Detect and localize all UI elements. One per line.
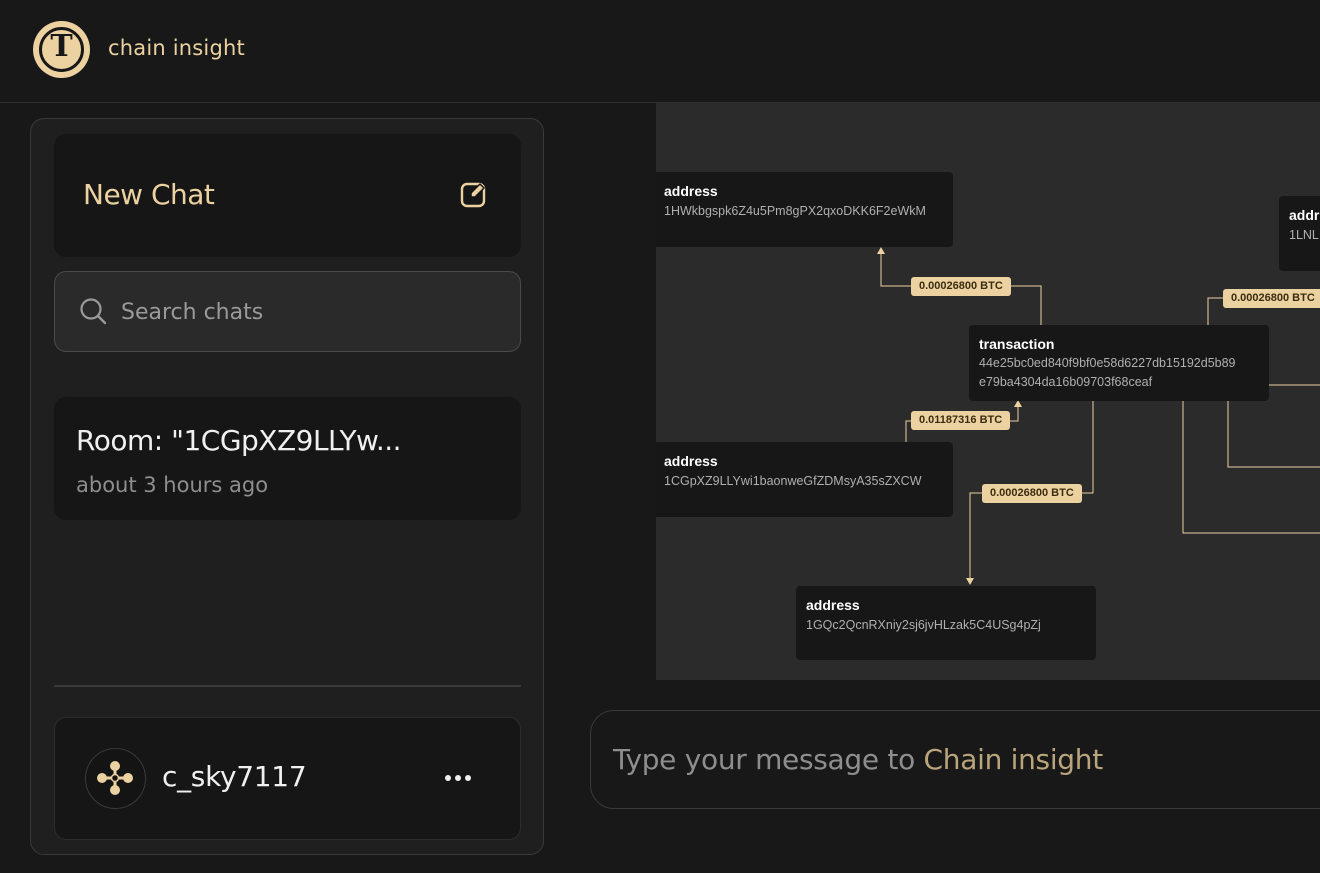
graph-node-address-partial[interactable]: addr 1LNL	[1279, 196, 1320, 271]
placeholder-prefix: Type your message to	[613, 743, 924, 776]
edge-amount-label: 0.00026800 BTC	[982, 484, 1082, 503]
graph-node-address[interactable]: address 1CGpXZ9LLYwi1baonweGfZDMsyA35sZX…	[656, 442, 953, 517]
graph-node-transaction[interactable]: transaction 44e25bc0ed840f9bf0e58d6227db…	[969, 325, 1269, 401]
sidebar-divider	[54, 685, 521, 687]
edge-amount-label: 0.00026800 BTC	[1223, 289, 1320, 308]
edit-icon	[460, 182, 486, 208]
chat-room-item[interactable]: Room: "1CGpXZ9LLYw... about 3 hours ago	[54, 397, 521, 520]
search-input[interactable]	[121, 294, 501, 330]
room-title: Room: "1CGpXZ9LLYw...	[76, 424, 402, 457]
graph-node-address[interactable]: address 1GQc2QcnRXniy2sj6jvHLzak5C4USg4p…	[796, 586, 1096, 660]
new-chat-label: New Chat	[83, 178, 215, 211]
username: c_sky7117	[162, 760, 307, 793]
new-chat-button[interactable]: New Chat	[54, 134, 521, 257]
node-type: address	[664, 183, 718, 199]
node-type: transaction	[979, 336, 1055, 352]
node-id: 1LNL	[1289, 228, 1319, 242]
arrow-head-1	[877, 247, 885, 254]
graph-node-address[interactable]: address 1HWkbgspk6Z4u5Pm8gPX2qxoDKK6F2eW…	[656, 172, 953, 247]
transaction-graph[interactable]: address 1HWkbgspk6Z4u5Pm8gPX2qxoDKK6F2eW…	[656, 103, 1320, 680]
user-card[interactable]: c_sky7117	[54, 717, 521, 840]
edge-amount-label: 0.01187316 BTC	[911, 411, 1011, 430]
edge-amount-label: 0.00026800 BTC	[911, 277, 1011, 296]
arrow-head-2	[1014, 400, 1022, 407]
node-id: 1CGpXZ9LLYwi1baonweGfZDMsyA35sZXCW	[664, 474, 922, 488]
edge-right-2	[1227, 401, 1320, 468]
message-input-placeholder[interactable]: Type your message to Chain insight	[613, 743, 1103, 776]
node-id-line-1: 44e25bc0ed840f9bf0e58d6227db15192d5b89	[979, 356, 1236, 370]
search-icon	[80, 298, 107, 325]
node-type: address	[806, 597, 860, 613]
node-id: 1HWkbgspk6Z4u5Pm8gPX2qxoDKK6F2eWkM	[664, 204, 926, 218]
node-type: address	[664, 453, 718, 469]
node-id: 1GQc2QcnRXniy2sj6jvHLzak5C4USg4pZj	[806, 618, 1041, 632]
app-logo[interactable]: T	[33, 21, 90, 78]
user-avatar[interactable]	[85, 748, 146, 809]
placeholder-brand: Chain insight	[923, 743, 1104, 776]
room-timestamp: about 3 hours ago	[76, 473, 269, 497]
chat-sidebar: New Chat Room: "1CGpXZ9LLYw... about 3 h…	[30, 118, 544, 855]
app-title: chain insight	[108, 36, 245, 60]
message-composer[interactable]: Type your message to Chain insight	[590, 710, 1320, 809]
node-type: addr	[1289, 207, 1320, 223]
avatar-icon	[97, 761, 133, 795]
top-header: T chain insight	[0, 0, 1320, 103]
more-options-icon[interactable]	[443, 768, 473, 788]
arrow-head-3	[966, 578, 974, 585]
node-id-line-2: e79ba4304da16b09703f68ceaf	[979, 375, 1153, 389]
logo-glyph: T	[50, 29, 73, 64]
search-box[interactable]	[54, 271, 521, 352]
